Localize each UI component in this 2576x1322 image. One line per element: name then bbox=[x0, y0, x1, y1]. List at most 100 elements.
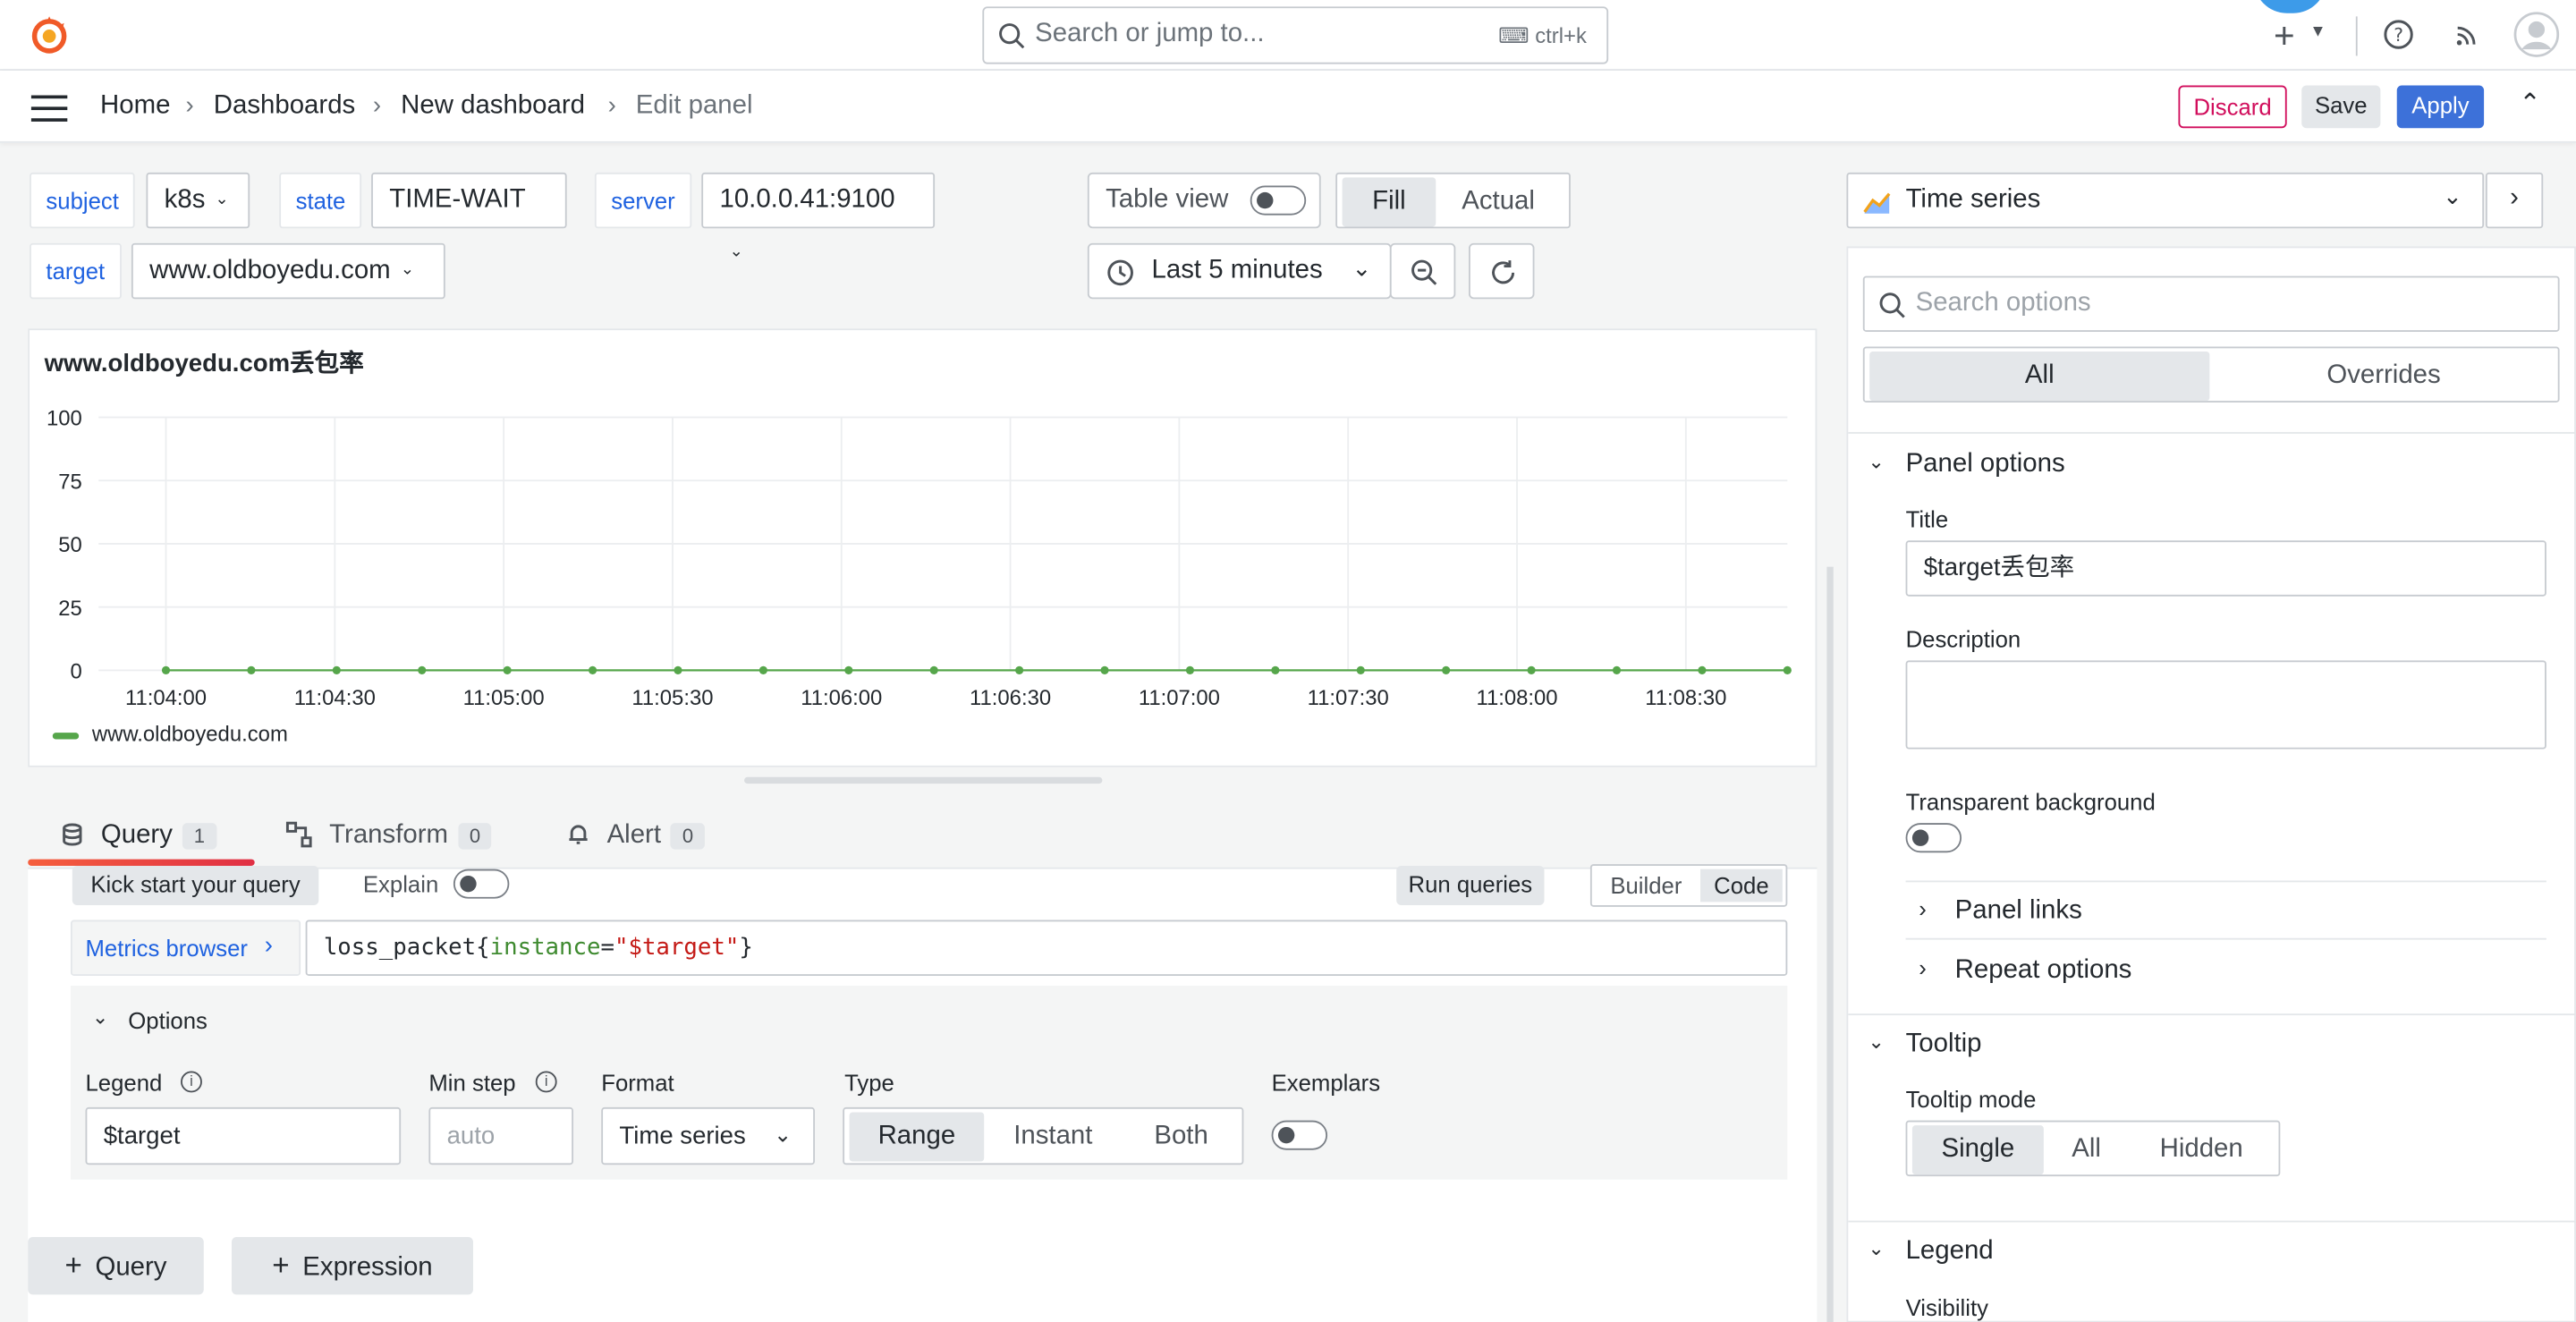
y-tick-label: 100 bbox=[47, 407, 82, 431]
discard-button[interactable]: Discard bbox=[2178, 85, 2287, 129]
data-point bbox=[1442, 665, 1451, 674]
tab-alert[interactable]: Alert 0 bbox=[567, 821, 706, 851]
actual-option[interactable]: Actual bbox=[1443, 177, 1555, 226]
info-icon[interactable]: i bbox=[181, 1071, 202, 1093]
variable-select-subject[interactable]: k8s ⌄ bbox=[146, 172, 250, 229]
variable-select-state[interactable]: TIME-WAIT⌄ bbox=[371, 172, 567, 261]
chevron-down-icon[interactable]: ⌄ bbox=[1868, 1237, 1884, 1260]
tooltip-all-option[interactable]: All bbox=[2048, 1125, 2123, 1174]
format-value: Time series bbox=[619, 1122, 746, 1150]
tab-overrides[interactable]: Overrides bbox=[2213, 352, 2555, 401]
tooltip-single-option[interactable]: Single bbox=[1911, 1125, 2044, 1175]
table-view-toggle-group[interactable]: Table view bbox=[1087, 172, 1321, 229]
tab-transform[interactable]: Transform 0 bbox=[285, 821, 493, 851]
legend-header[interactable]: Legend bbox=[1906, 1237, 1994, 1267]
variable-value: www.oldboyedu.com bbox=[149, 256, 391, 285]
breadcrumb-new-dashboard[interactable]: New dashboard bbox=[401, 92, 585, 122]
data-point bbox=[1527, 665, 1536, 674]
type-range-option[interactable]: Range bbox=[849, 1112, 985, 1162]
shortcut-text: ctrl+k bbox=[1535, 22, 1587, 48]
chevron-down-icon[interactable]: ⌄ bbox=[1868, 1030, 1884, 1054]
menu-icon[interactable] bbox=[30, 92, 68, 122]
divider bbox=[1848, 1013, 2576, 1016]
description-textarea[interactable] bbox=[1905, 660, 2546, 750]
chevron-down-icon[interactable]: ⌄ bbox=[1868, 450, 1884, 473]
format-select[interactable]: Time series ⌄ bbox=[601, 1106, 816, 1165]
breadcrumb-home[interactable]: Home bbox=[100, 92, 170, 122]
fill-option[interactable]: Fill bbox=[1342, 177, 1436, 227]
database-icon bbox=[63, 823, 82, 846]
kick-start-query-button[interactable]: Kick start your query bbox=[72, 865, 319, 906]
tab-query[interactable]: Query 1 bbox=[61, 821, 216, 851]
y-tick-label: 75 bbox=[58, 470, 82, 494]
breadcrumb-edit-panel: Edit panel bbox=[635, 91, 753, 121]
zoom-out-button[interactable] bbox=[1389, 242, 1456, 300]
panel-links-header[interactable]: Panel links bbox=[1955, 897, 2082, 927]
time-series-chart: 100 75 50 25 0 11:04:00 11:04:30 11:05:00 11:05:… bbox=[47, 407, 1792, 710]
plus-icon: + bbox=[64, 1248, 82, 1282]
variable-label-target: target bbox=[30, 242, 122, 300]
chevron-right-icon[interactable]: › bbox=[1919, 954, 1927, 980]
time-picker[interactable]: Last 5 minutes ⌄ bbox=[1087, 242, 1392, 300]
tab-query-label: Query bbox=[100, 821, 173, 850]
run-queries-button[interactable]: Run queries bbox=[1396, 865, 1545, 906]
repeat-options-header[interactable]: Repeat options bbox=[1955, 956, 2132, 986]
search-options-input[interactable]: Search options bbox=[1862, 275, 2560, 333]
expr-eq: = bbox=[600, 935, 614, 962]
legend-series-name[interactable]: www.oldboyedu.com bbox=[92, 721, 288, 746]
transparent-background-toggle[interactable] bbox=[1905, 823, 1962, 853]
save-button[interactable]: Save bbox=[2301, 85, 2381, 129]
clock-icon bbox=[1107, 259, 1133, 286]
vertical-splitter[interactable] bbox=[1826, 566, 1834, 1322]
grafana-logo-icon[interactable] bbox=[28, 13, 71, 56]
add-query-button[interactable]: + Query bbox=[28, 1237, 204, 1295]
apply-button[interactable]: Apply bbox=[2396, 85, 2485, 129]
options-header[interactable]: Options bbox=[128, 1007, 208, 1033]
data-point bbox=[844, 665, 853, 674]
info-icon[interactable]: i bbox=[535, 1071, 557, 1093]
refresh-button[interactable] bbox=[1469, 242, 1535, 300]
collapse-chevron-up-icon[interactable]: ⌃ bbox=[2513, 87, 2546, 126]
table-view-toggle[interactable] bbox=[1250, 185, 1307, 216]
variable-select-server[interactable]: 10.0.0.41:9100 ⌄ bbox=[701, 172, 936, 261]
data-point bbox=[588, 665, 597, 674]
promql-query-input[interactable]: loss_packet{instance="$target"} bbox=[305, 919, 1788, 976]
breadcrumb-separator: › bbox=[607, 91, 616, 121]
help-icon[interactable]: ? bbox=[2380, 16, 2416, 52]
title-input[interactable]: $target丢包率 bbox=[1905, 540, 2546, 597]
tooltip-header[interactable]: Tooltip bbox=[1906, 1030, 1982, 1060]
close-options-pane-button[interactable]: › bbox=[2485, 172, 2544, 229]
news-feed-icon[interactable] bbox=[2450, 16, 2486, 52]
pane-resize-handle[interactable] bbox=[744, 776, 1103, 784]
metrics-browser-button[interactable]: Metrics browser › bbox=[70, 919, 301, 976]
tooltip-hidden-option[interactable]: Hidden bbox=[2131, 1125, 2272, 1174]
explain-toggle[interactable] bbox=[453, 869, 510, 899]
legend-input[interactable]: $target bbox=[85, 1106, 402, 1165]
add-new-icon[interactable]: + bbox=[2274, 15, 2295, 58]
user-avatar-icon[interactable] bbox=[2512, 10, 2561, 59]
panel-options-header[interactable]: Panel options bbox=[1906, 450, 2065, 479]
chevron-down-icon: ⌄ bbox=[729, 242, 743, 262]
chevron-right-icon[interactable]: › bbox=[1919, 895, 1927, 921]
data-point bbox=[1271, 665, 1280, 674]
builder-code-toggle: Builder Code bbox=[1589, 864, 1788, 907]
exemplars-label: Exemplars bbox=[1271, 1069, 1381, 1097]
chevron-down-icon[interactable]: ⌄ bbox=[92, 1005, 108, 1029]
type-both-option[interactable]: Both bbox=[1121, 1112, 1242, 1161]
min-step-input[interactable]: auto bbox=[428, 1106, 574, 1165]
legend-color-swatch bbox=[52, 733, 80, 740]
add-expression-label: Expression bbox=[302, 1253, 433, 1282]
divider bbox=[1848, 1220, 2576, 1223]
add-expression-button[interactable]: + Expression bbox=[231, 1237, 473, 1295]
chevron-down-icon[interactable]: ▼ bbox=[2309, 23, 2326, 41]
type-instant-option[interactable]: Instant bbox=[989, 1112, 1117, 1161]
exemplars-toggle[interactable] bbox=[1271, 1120, 1328, 1150]
visualization-picker[interactable]: Time series ⌄ bbox=[1846, 172, 2485, 229]
variable-select-target[interactable]: www.oldboyedu.com ⌄ bbox=[131, 242, 445, 300]
type-label: Type bbox=[844, 1069, 894, 1097]
breadcrumb-dashboards[interactable]: Dashboards bbox=[214, 92, 355, 122]
builder-option[interactable]: Builder bbox=[1595, 869, 1697, 903]
code-option[interactable]: Code bbox=[1699, 869, 1783, 903]
search-bar[interactable]: Search or jump to... ⌨ ctrl+k bbox=[982, 6, 1609, 64]
tab-all[interactable]: All bbox=[1869, 352, 2210, 402]
